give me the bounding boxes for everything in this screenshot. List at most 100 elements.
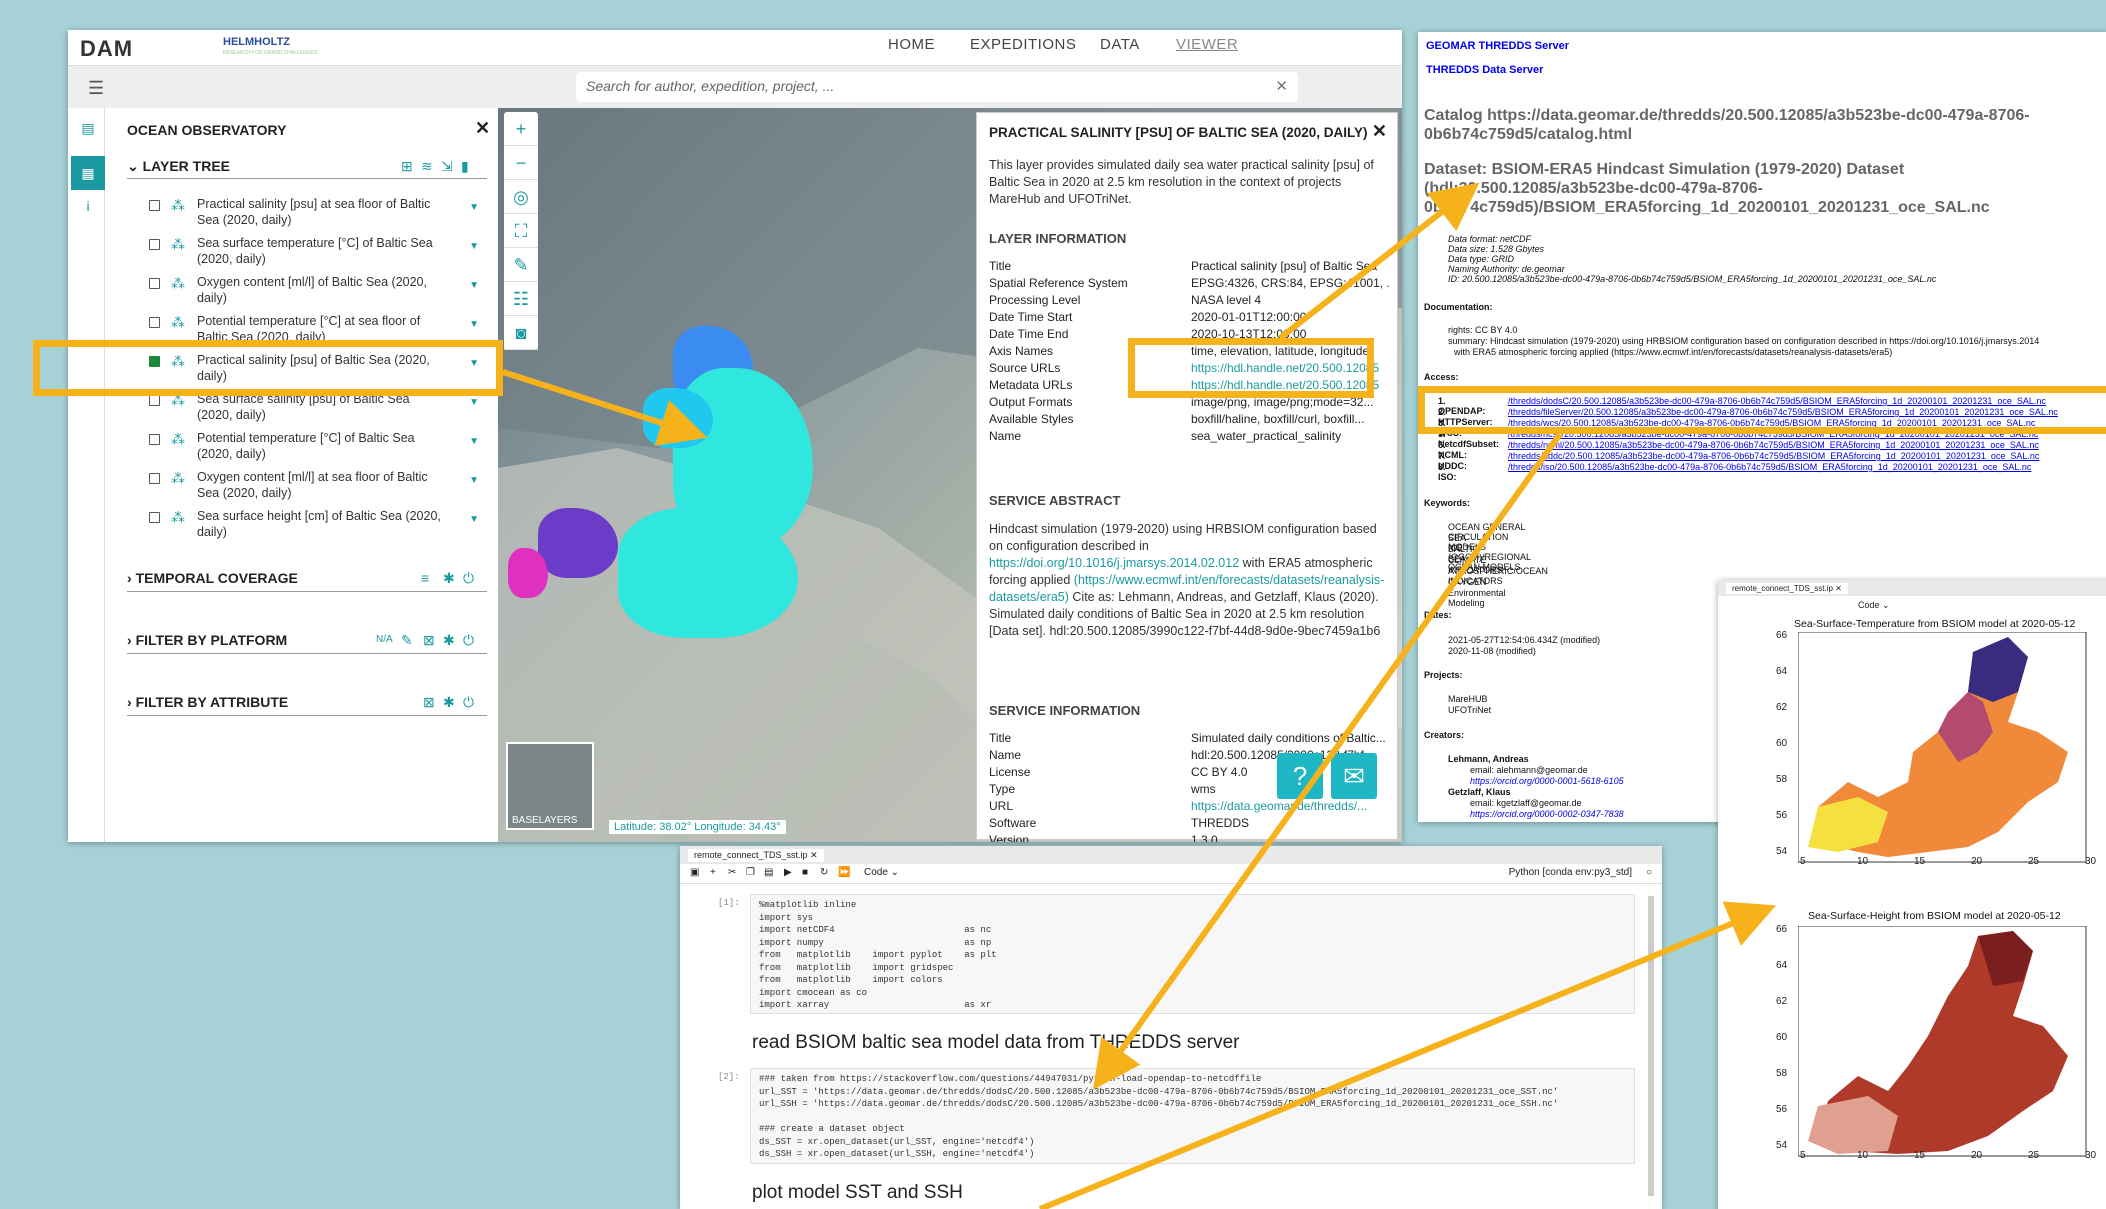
add-folder-icon[interactable]: ⊞ bbox=[401, 158, 413, 175]
service-link[interactable]: /thredds/uddc/20.500.12085/a3b523be-dc00… bbox=[1508, 451, 2039, 461]
nav-expeditions[interactable]: EXPEDITIONS bbox=[970, 36, 1076, 53]
add-cell-icon[interactable]: + bbox=[710, 867, 716, 878]
menu-icon[interactable]: ☰ bbox=[88, 78, 104, 99]
zoom-out-icon[interactable]: − bbox=[504, 146, 538, 180]
layer-item[interactable]: ⁂ Oxygen content [ml/l] of Baltic Sea (20… bbox=[149, 274, 479, 308]
divider bbox=[127, 178, 487, 179]
orcid-link[interactable]: https://orcid.org/0000-0001-5618-6105 bbox=[1470, 776, 1624, 786]
map-layers-icon[interactable]: ▦ bbox=[71, 156, 105, 190]
import-icon[interactable]: ⇲ bbox=[441, 158, 453, 175]
service-value[interactable]: https://data.geomar.de/thredds/... bbox=[1191, 799, 1389, 813]
clear-filter-icon[interactable]: ⊠ bbox=[423, 632, 435, 649]
temporal-coverage-header[interactable]: › TEMPORAL COVERAGE bbox=[127, 570, 298, 586]
gear-icon[interactable]: ✱ bbox=[443, 570, 455, 587]
chevron-down-icon[interactable]: ▼ bbox=[469, 395, 479, 411]
layer-checkbox[interactable] bbox=[149, 473, 160, 484]
layer-checkbox[interactable] bbox=[149, 200, 160, 211]
layer-checkbox[interactable] bbox=[149, 395, 160, 406]
layer-tree-header[interactable]: ⌄ LAYER TREE bbox=[127, 158, 230, 175]
cell-type-select[interactable]: Code ⌄ bbox=[1858, 600, 1890, 611]
helmholtz-logo[interactable]: HELMHOLTZ bbox=[223, 36, 290, 48]
panel-icon-strip: ▤ ▦ i bbox=[71, 108, 105, 842]
nav-viewer[interactable]: VIEWER bbox=[1176, 36, 1238, 53]
chevron-down-icon[interactable]: ▼ bbox=[469, 278, 479, 294]
layer-item[interactable]: ⁂ Sea surface salinity [psu] of Baltic Se… bbox=[149, 391, 479, 425]
chevron-down-icon[interactable]: ▼ bbox=[469, 473, 479, 489]
scrollbar[interactable] bbox=[1648, 896, 1654, 1196]
power-icon[interactable]: ⏻ bbox=[463, 570, 474, 587]
run-icon[interactable]: ▶ bbox=[784, 867, 792, 878]
feedback-icon[interactable]: ✉ bbox=[1331, 753, 1377, 799]
layer-item[interactable]: ⁂ Sea surface temperature [°C] of Baltic … bbox=[149, 235, 479, 269]
chevron-down-icon[interactable]: ▼ bbox=[469, 317, 479, 333]
close-tab-icon[interactable]: ✕ bbox=[810, 850, 818, 860]
fast-forward-icon[interactable]: ⏩ bbox=[838, 867, 850, 878]
camera-icon[interactable]: ◙ bbox=[504, 316, 538, 350]
clear-search-icon[interactable]: ✕ bbox=[1275, 77, 1288, 95]
close-panel-icon[interactable]: ✕ bbox=[475, 118, 490, 139]
notebook-tab[interactable]: remote_connect_TDS_sst.ip ✕ bbox=[688, 849, 824, 862]
info-icon[interactable]: i bbox=[77, 198, 99, 220]
orcid-link[interactable]: https://orcid.org/0000-0002-0347-7838 bbox=[1470, 809, 1624, 819]
power-icon[interactable]: ⏻ bbox=[463, 694, 474, 711]
legend-icon[interactable]: ☷ bbox=[504, 282, 538, 316]
layer-item[interactable]: ⁂ Sea surface height [cm] of Baltic Sea (… bbox=[149, 508, 479, 542]
draw-icon[interactable]: ✎ bbox=[504, 248, 538, 282]
layer-item[interactable]: ⁂ Potential temperature [°C] of Baltic Se… bbox=[149, 430, 479, 464]
trash-icon[interactable]: ▮ bbox=[461, 158, 469, 175]
layer-checkbox[interactable] bbox=[149, 278, 160, 289]
code-cell[interactable]: ### taken from https://stackoverflow.com… bbox=[750, 1068, 1635, 1164]
filter-attribute-header[interactable]: › FILTER BY ATTRIBUTE bbox=[127, 694, 288, 710]
nav-home[interactable]: HOME bbox=[888, 36, 935, 53]
globe-icon[interactable]: ◎ bbox=[504, 180, 538, 214]
layers-stack-icon[interactable]: ≋ bbox=[421, 158, 433, 175]
zoom-in-icon[interactable]: + bbox=[504, 112, 538, 146]
highlight-opendap-access bbox=[1418, 386, 2106, 434]
search-input[interactable]: Search for author, expedition, project, … bbox=[576, 72, 1298, 102]
baselayers-switcher[interactable]: BASELAYERS bbox=[506, 742, 594, 830]
copy-icon[interactable]: ❐ bbox=[746, 867, 755, 878]
sliders-icon[interactable]: ≡ bbox=[421, 570, 429, 586]
chevron-down-icon[interactable]: ▼ bbox=[469, 512, 479, 528]
layer-checkbox[interactable] bbox=[149, 317, 160, 328]
metadata-item: Naming Authority: de.geomar bbox=[1448, 264, 1565, 274]
cut-icon[interactable]: ✂ bbox=[728, 867, 736, 878]
doi-link[interactable]: https://doi.org/10.1016/j.jmarsys.2014.0… bbox=[989, 556, 1239, 570]
gear-icon[interactable]: ✱ bbox=[443, 694, 455, 711]
clear-filter-icon[interactable]: ⊠ bbox=[423, 694, 435, 711]
ocean-observatory-viewer: DAM HELMHOLTZ RESEARCH FOR GRAND CHALLEN… bbox=[68, 30, 1402, 842]
layer-checkbox[interactable] bbox=[149, 512, 160, 523]
catalog-icon[interactable]: ▤ bbox=[77, 120, 99, 142]
cell-type-value: Code bbox=[1858, 600, 1880, 610]
layer-item[interactable]: ⁂ Practical salinity [psu] at sea floor o… bbox=[149, 196, 479, 230]
layer-label: Practical salinity [psu] at sea floor of… bbox=[197, 197, 431, 227]
paste-icon[interactable]: ▤ bbox=[764, 867, 773, 878]
service-link[interactable]: /thredds/iso/20.500.12085/a3b523be-dc00-… bbox=[1508, 462, 2031, 472]
cell-type-select[interactable]: Code ⌄ bbox=[864, 867, 899, 878]
chevron-down-icon[interactable]: ▼ bbox=[469, 434, 479, 450]
plot-tab[interactable]: remote_connect_TDS_sst.ip ✕ bbox=[1726, 583, 1848, 594]
code-cell[interactable]: %matplotlib inline import sys import net… bbox=[750, 894, 1635, 1014]
layer-item[interactable]: ⁂ Oxygen content [ml/l] at sea floor of B… bbox=[149, 469, 479, 503]
chevron-down-icon[interactable]: ▼ bbox=[469, 239, 479, 255]
thredds-server-title[interactable]: GEOMAR THREDDS Server bbox=[1426, 40, 1569, 52]
save-icon[interactable]: ▣ bbox=[690, 867, 699, 878]
power-icon[interactable]: ⏻ bbox=[463, 632, 474, 649]
fullscreen-icon[interactable]: ⛶ bbox=[504, 214, 538, 248]
filter-platform-header[interactable]: › FILTER BY PLATFORM bbox=[127, 632, 287, 648]
gear-icon[interactable]: ✱ bbox=[443, 632, 455, 649]
layer-checkbox[interactable] bbox=[149, 239, 160, 250]
close-info-icon[interactable]: ✕ bbox=[1372, 121, 1387, 142]
rights-item: rights: CC BY 4.0 bbox=[1448, 325, 1518, 335]
edit-icon[interactable]: ✎ bbox=[401, 632, 413, 649]
chevron-down-icon[interactable]: ▼ bbox=[469, 200, 479, 216]
layer-checkbox[interactable] bbox=[149, 434, 160, 445]
stop-icon[interactable]: ■ bbox=[802, 867, 808, 878]
thredds-data-server-link[interactable]: THREDDS Data Server bbox=[1426, 64, 1543, 76]
dataset-heading: Dataset: BSIOM-ERA5 Hindcast Simulation … bbox=[1424, 161, 1990, 216]
service-link[interactable]: /thredds/ncml/20.500.12085/a3b523be-dc00… bbox=[1508, 440, 2039, 450]
help-icon[interactable]: ? bbox=[1277, 753, 1323, 799]
dam-logo[interactable]: DAM bbox=[80, 36, 133, 62]
restart-icon[interactable]: ↻ bbox=[820, 867, 828, 878]
nav-data[interactable]: DATA bbox=[1100, 36, 1140, 53]
